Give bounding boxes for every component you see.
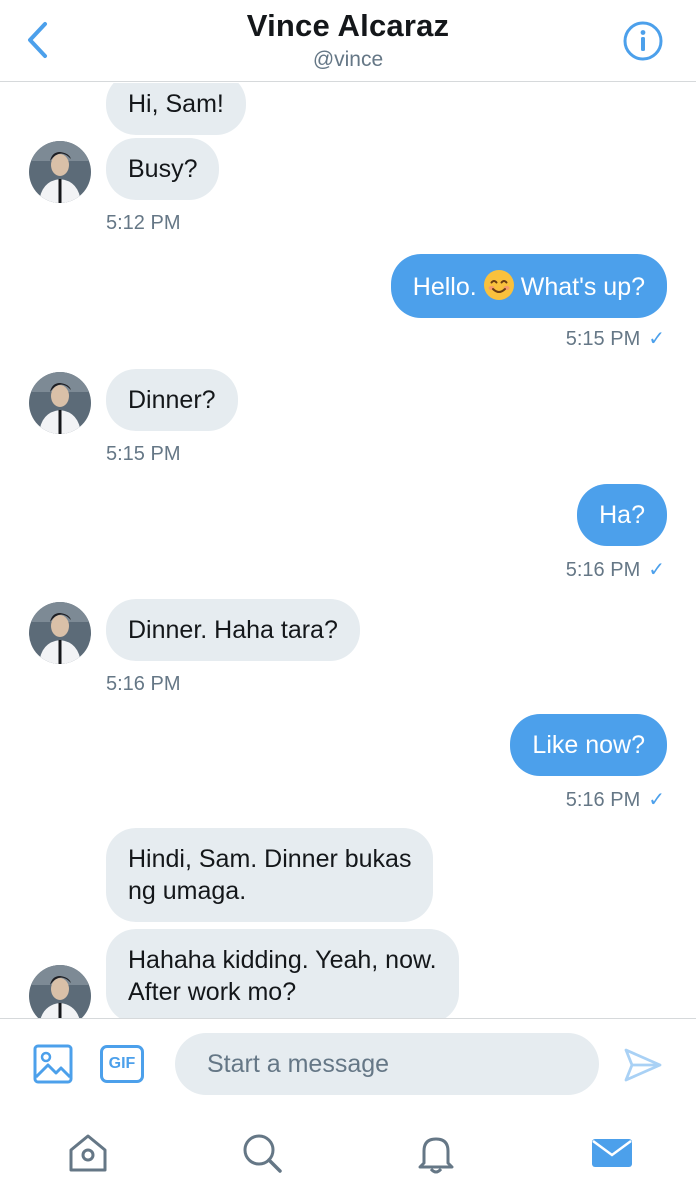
smiling-face-emoji-icon [483,270,514,300]
outgoing-message[interactable]: Hello. What's up? [390,254,667,318]
contact-photo [29,602,91,664]
message-timestamp: 5:15 PM [106,443,181,465]
incoming-message[interactable]: Hindi, Sam. Dinner bukas ng umaga. [106,828,434,922]
info-icon [623,21,663,61]
message-input[interactable] [175,1033,599,1095]
outgoing-message[interactable]: Ha? [577,484,667,546]
read-receipt-check: ✓ [648,789,665,811]
notifications-icon [418,1137,454,1174]
contact-handle: @vince [312,48,384,71]
avatar[interactable] [29,965,91,1018]
image-icon [33,1044,73,1084]
messages-icon [592,1139,632,1167]
info-button[interactable] [622,20,664,62]
contact-name[interactable]: Vince Alcaraz [0,8,696,44]
message-timestamp: 5:16 PM ✓ [565,559,665,581]
incoming-message[interactable]: Dinner? [106,369,238,431]
send-button[interactable] [622,1044,664,1086]
incoming-message[interactable]: Hi, Sam! [106,83,246,135]
tab-search[interactable] [239,1130,285,1176]
add-photo-button[interactable] [32,1043,74,1085]
tab-messages[interactable] [589,1130,635,1176]
home-icon [69,1134,107,1172]
avatar[interactable] [29,602,91,664]
outgoing-message[interactable]: Like now? [510,714,667,776]
tab-home[interactable] [65,1130,111,1176]
message-timestamp: 5:15 PM ✓ [565,328,665,350]
avatar[interactable] [29,372,91,434]
contact-photo [29,141,91,203]
message-timestamp: 5:12 PM [106,212,181,234]
incoming-message[interactable]: Busy? [106,138,220,200]
bottom-tab-bar [0,1110,696,1200]
send-icon [624,1048,662,1082]
conversation-header: Vince Alcaraz @vince [0,0,696,82]
search-icon [243,1134,282,1173]
message-composer: GIF [0,1018,696,1110]
message-timestamp: 5:16 PM [106,673,181,695]
read-receipt-check: ✓ [648,559,665,581]
message-list[interactable]: Hi, Sam! Busy? 5:12 PM Hello. What's up?… [0,83,696,1018]
incoming-message[interactable]: Dinner. Haha tara? [106,599,360,661]
avatar[interactable] [29,141,91,203]
contact-photo [29,372,91,434]
read-receipt-check: ✓ [648,328,665,350]
incoming-message[interactable]: Hahaha kidding. Yeah, now. After work mo… [106,929,459,1018]
message-timestamp: 5:16 PM ✓ [565,789,665,811]
gif-button[interactable]: GIF [100,1045,144,1083]
tab-notifications[interactable] [413,1130,459,1176]
contact-photo [29,965,91,1018]
